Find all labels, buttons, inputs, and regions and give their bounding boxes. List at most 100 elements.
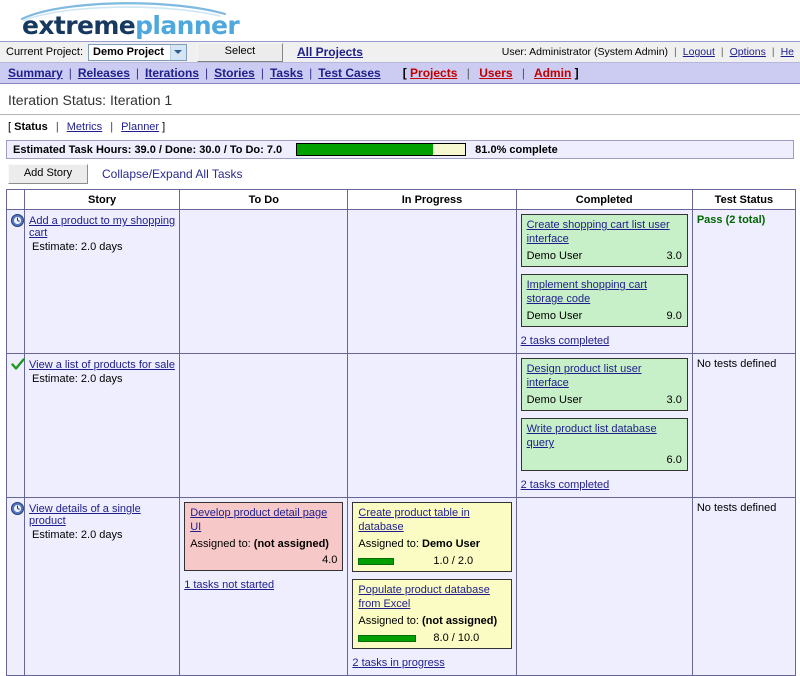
completed-cell: Design product list user interface Demo U…: [515, 353, 693, 498]
test-status-cell: No tests defined: [691, 353, 797, 498]
nav-item-admin[interactable]: Admin: [534, 66, 571, 80]
task-card[interactable]: Develop product detail page UI Assigned t…: [184, 502, 344, 571]
table-row: Add a product to my shopping cart Estimat…: [5, 209, 797, 354]
separator: |: [674, 46, 677, 58]
story-title-link[interactable]: Add a product to my shopping cart: [29, 214, 175, 239]
column-header-story: Story: [24, 189, 181, 210]
task-progress-fill: [358, 557, 395, 565]
nav-item-projects[interactable]: Projects: [410, 66, 457, 80]
current-project-label: Current Project:: [6, 46, 84, 58]
task-card-title[interactable]: Create shopping cart list user interface: [527, 218, 682, 246]
test-status-label: No tests defined: [696, 358, 777, 370]
task-card-title[interactable]: Create product table in database: [358, 506, 505, 534]
brand-text: extremeplanner: [22, 11, 240, 40]
nav-item-users[interactable]: Users: [479, 66, 512, 80]
task-card-assignee-row: Assigned to: Demo User: [358, 538, 505, 550]
options-link[interactable]: Options: [730, 46, 766, 58]
task-count-link[interactable]: 2 tasks completed: [521, 479, 610, 491]
separator: |: [205, 66, 209, 80]
nav-item-iterations[interactable]: Iterations: [145, 66, 199, 80]
iteration-status-summary: Estimated Task Hours: 39.0 / Done: 30.0 …: [6, 140, 794, 159]
current-user-label: User: Administrator (System Admin): [501, 46, 669, 58]
admin-navigation-group: [ Projects | Users | Admin ]: [403, 66, 579, 80]
nav-item-stories[interactable]: Stories: [214, 66, 255, 80]
task-count-link[interactable]: 1 tasks not started: [184, 579, 274, 591]
story-status-icon-cell: [5, 353, 26, 498]
test-status-cell: Pass (2 total): [691, 209, 797, 354]
test-status-label: No tests defined: [696, 502, 777, 514]
completed-cell: Create shopping cart list user interface…: [515, 209, 693, 354]
task-card[interactable]: Write product list database query 6.0: [520, 418, 688, 471]
separator: |: [771, 46, 775, 58]
task-card-title[interactable]: Populate product database from Excel: [358, 583, 505, 611]
project-toolbar: Current Project: Demo Project Select All…: [0, 42, 800, 63]
clock-icon: [11, 502, 24, 515]
story-title-link[interactable]: View details of a single product: [29, 502, 175, 527]
project-select-dropdown[interactable]: Demo Project: [88, 43, 187, 61]
story-status-icon-cell: [5, 497, 26, 676]
bracket-close: ]: [574, 66, 579, 80]
column-header-icon: [5, 189, 26, 210]
task-card-hours: 4.0: [322, 554, 338, 566]
task-card-title[interactable]: Write product list database query: [527, 422, 682, 450]
separator: |: [260, 66, 264, 80]
page-title: Iteration Status: Iteration 1: [0, 84, 800, 115]
nav-item-tasks[interactable]: Tasks: [270, 66, 303, 80]
logout-link[interactable]: Logout: [683, 46, 715, 58]
story-status-icon-cell: [5, 209, 26, 354]
iteration-status-table: Story To Do In Progress Completed Test S…: [5, 189, 797, 676]
chevron-down-icon[interactable]: [169, 44, 186, 60]
completion-progress-bar: [296, 143, 467, 156]
in-progress-cell: [347, 209, 517, 354]
nav-item-summary[interactable]: Summary: [8, 66, 63, 80]
story-estimate: Estimate: 2.0 days: [32, 373, 123, 385]
task-card-title[interactable]: Implement shopping cart storage code: [527, 278, 682, 306]
separator: |: [521, 66, 526, 80]
task-card-assignee: Demo User: [526, 250, 583, 262]
task-card-assignee-row: Demo User 3.0: [527, 394, 682, 406]
brand-text-planner: planner: [135, 11, 240, 40]
story-estimate: Estimate: 2.0 days: [32, 529, 123, 541]
nav-item-test-cases[interactable]: Test Cases: [318, 66, 380, 80]
bracket-open: [: [8, 121, 12, 133]
task-card-title[interactable]: Design product list user interface: [527, 362, 682, 390]
separator: |: [135, 66, 139, 80]
task-card[interactable]: Create shopping cart list user interface…: [520, 214, 688, 267]
brand-logo[interactable]: extremeplanner: [14, 2, 274, 40]
task-count-link[interactable]: 2 tasks completed: [521, 335, 610, 347]
task-card-hours: 9.0: [666, 310, 682, 322]
all-projects-link[interactable]: All Projects: [297, 45, 363, 59]
task-progress-label: 1.0 / 2.0: [433, 555, 474, 567]
story-cell: Add a product to my shopping cart Estimat…: [24, 209, 181, 354]
task-card-hours: 3.0: [666, 250, 682, 262]
column-header-in-progress: In Progress: [347, 189, 517, 210]
nav-item-releases[interactable]: Releases: [78, 66, 130, 80]
task-progress-track: [358, 634, 430, 642]
percent-complete-label: 81.0% complete: [475, 143, 558, 156]
help-link[interactable]: He: [781, 46, 794, 58]
task-card-hours: 3.0: [666, 394, 682, 406]
add-story-button[interactable]: Add Story: [8, 164, 88, 184]
table-row: View a list of products for sale Estimate…: [5, 353, 797, 498]
story-title-link[interactable]: View a list of products for sale: [29, 358, 175, 371]
todo-cell: Develop product detail page UI Assigned t…: [179, 497, 349, 676]
tab-metrics[interactable]: Metrics: [67, 121, 102, 133]
bracket-open: [: [402, 66, 407, 80]
tab-planner[interactable]: Planner: [121, 121, 159, 133]
task-count-link[interactable]: 2 tasks in progress: [352, 657, 444, 669]
task-card-assignee-row: Demo User 3.0: [527, 250, 682, 262]
task-card[interactable]: Implement shopping cart storage code Demo…: [520, 274, 688, 327]
task-card[interactable]: Create product table in database Assigned…: [352, 502, 512, 572]
todo-cell: [179, 353, 349, 498]
story-estimate: Estimate: 2.0 days: [32, 241, 123, 253]
task-card[interactable]: Design product list user interface Demo U…: [520, 358, 688, 411]
user-session-area: User: Administrator (System Admin) | Log…: [502, 46, 794, 58]
collapse-expand-all-tasks-link[interactable]: Collapse/Expand All Tasks: [102, 167, 243, 181]
separator: |: [68, 66, 72, 80]
separator: |: [55, 121, 59, 133]
task-card[interactable]: Populate product database from Excel Assi…: [352, 579, 512, 649]
task-progress: 8.0 / 10.0: [358, 632, 505, 644]
select-project-button[interactable]: Select: [196, 42, 283, 62]
tab-status[interactable]: Status: [14, 121, 48, 133]
task-card-title[interactable]: Develop product detail page UI: [190, 506, 337, 534]
